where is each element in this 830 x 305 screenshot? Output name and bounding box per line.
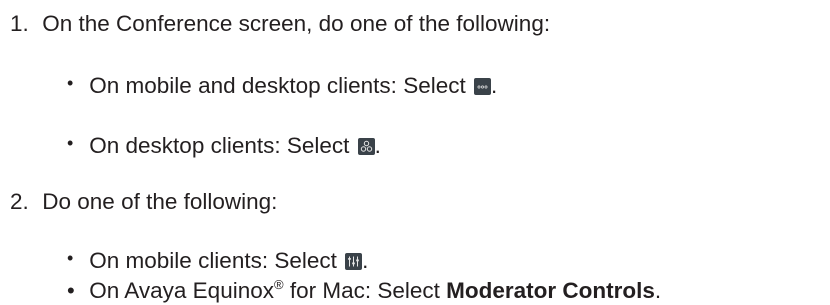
registered-mark: ® [273, 277, 284, 292]
step-2-bullet-2: • On Avaya Equinox® for Mac: Select Mode… [67, 277, 661, 305]
step-1-bullet-2: • On desktop clients: Select . [67, 132, 381, 161]
bullet-text: On mobile clients: Select [89, 248, 344, 273]
bullet-end: . [362, 248, 369, 273]
bullet-end: . [654, 278, 662, 303]
participants-icon [357, 138, 375, 155]
step-number: 2. [10, 189, 29, 214]
step-2-bullet-1: • On mobile clients: Select . [67, 247, 368, 276]
bullet-text: On mobile and desktop clients: Select [89, 73, 472, 98]
step-text: On the Conference screen, do one of the … [42, 11, 551, 36]
bullet-marker: • [67, 248, 74, 268]
ui-term: Moderator Controls [446, 278, 655, 303]
step-1-bullet-1: • On mobile and desktop clients: Select … [67, 72, 497, 101]
bullet-text-middle: for Mac: Select [283, 278, 447, 303]
bullet-end: . [490, 73, 498, 98]
step-1: 1. On the Conference screen, do one of t… [10, 10, 550, 38]
bullet-marker: • [67, 133, 74, 153]
bullet-text: On desktop clients: Select [89, 133, 356, 158]
step-text: Do one of the following: [42, 189, 278, 214]
moderator-controls-icon [345, 253, 363, 270]
more-options-icon [473, 78, 491, 95]
bullet-marker: • [67, 73, 74, 93]
bullet-marker: • [67, 278, 75, 303]
bullet-text: On Avaya Equinox [89, 278, 274, 303]
step-2: 2. Do one of the following: [10, 188, 277, 216]
bullet-end: . [374, 133, 381, 158]
step-number: 1. [10, 11, 29, 36]
